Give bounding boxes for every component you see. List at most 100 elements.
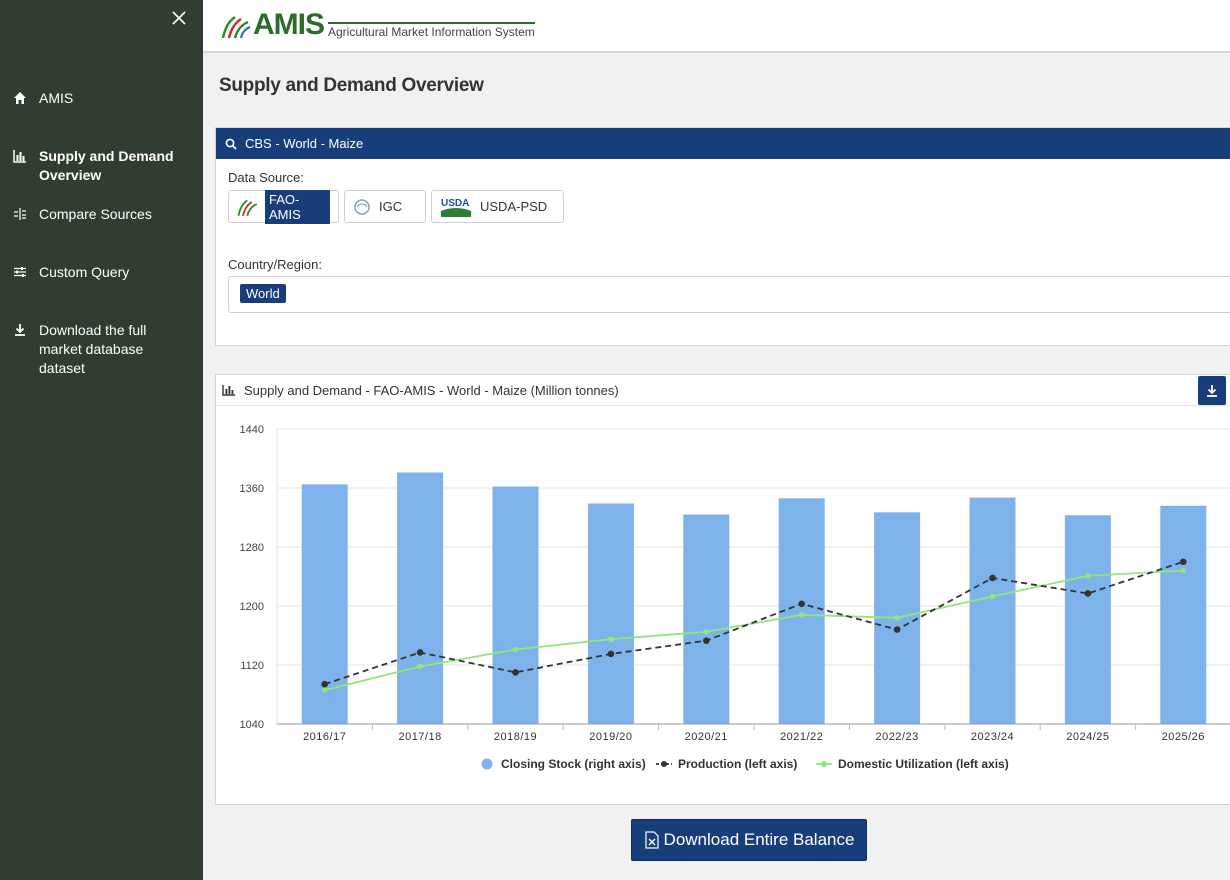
sidebar-item-label: AMIS <box>39 90 74 106</box>
legend-label: Production (left axis) <box>678 757 797 771</box>
point-production <box>1180 558 1187 566</box>
amis-logo[interactable]: AMIS Agricultural Market Information Sys… <box>221 8 535 41</box>
bar-chart-icon <box>222 385 235 396</box>
point-production <box>321 680 328 688</box>
igc-logo-icon <box>354 198 370 215</box>
data-source-label: Data Source: <box>228 170 304 185</box>
bar-closing-stock <box>492 486 539 724</box>
source-label: USDA-PSD <box>480 199 548 214</box>
country-chip[interactable]: World <box>240 284 286 303</box>
amis-logo-icon <box>221 15 251 39</box>
point-domestic-utilization <box>989 593 996 600</box>
sidebar-item-label: Custom Query <box>39 264 130 280</box>
point-production <box>416 649 424 656</box>
supply-demand-chart: 1040 1120 1200 1280 1360 1440 2016/17 2017/18 20… <box>240 424 1230 771</box>
legend-marker-closing-stock <box>481 758 493 770</box>
point-production <box>989 574 996 582</box>
point-domestic-utilization <box>417 663 423 670</box>
compare-icon <box>13 207 27 221</box>
download-icon <box>1207 384 1217 397</box>
source-label: IGC <box>379 199 403 214</box>
usda-logo-icon: USDA <box>441 198 471 217</box>
source-button-igc[interactable]: IGC <box>344 190 426 223</box>
excel-file-icon <box>644 831 659 849</box>
legend-marker-point <box>821 761 827 767</box>
point-domestic-utilization <box>321 687 328 693</box>
point-domestic-utilization <box>608 636 614 642</box>
logo-subtitle-wrap: Agricultural Market Information System <box>328 22 535 39</box>
x-tick-label: 2022/23 <box>875 731 918 743</box>
sidebar-item-label: Compare Sources <box>39 206 152 222</box>
y-tick-label: 1200 <box>240 601 264 613</box>
sidebar-item-compare-sources[interactable]: Compare Sources <box>0 205 203 224</box>
point-domestic-utilization <box>1180 567 1187 574</box>
legend-label: Closing Stock (right axis) <box>501 757 646 771</box>
logo-subtitle: Agricultural Market Information System <box>328 25 535 39</box>
y-tick-label: 1040 <box>240 719 264 731</box>
point-domestic-utilization <box>703 629 710 635</box>
fao-amis-logo-icon <box>237 199 258 216</box>
download-entire-balance-button[interactable]: Download Entire Balance <box>631 819 867 861</box>
y-tick-label: 1360 <box>240 483 264 495</box>
filter-panel: CBS - World - Maize Data Source: FAO-AMI… <box>215 127 1230 346</box>
point-production <box>607 650 615 658</box>
chart-panel-header: Supply and Demand - FAO-AMIS - World - M… <box>216 375 1230 406</box>
sliders-icon <box>13 265 27 279</box>
bar-closing-stock <box>683 514 730 724</box>
point-domestic-utilization <box>1085 572 1091 579</box>
x-tick-label: 2024/25 <box>1066 731 1109 743</box>
chart-panel: Supply and Demand - FAO-AMIS - World - M… <box>215 374 1230 805</box>
x-tick-label: 2025/26 <box>1162 731 1205 743</box>
point-production <box>798 600 805 608</box>
x-tick-label: 2019/20 <box>589 731 632 743</box>
sidebar: AMIS Supply and Demand Overview Compare … <box>0 0 203 880</box>
bar-closing-stock <box>1160 505 1207 724</box>
sidebar-item-label: Supply and Demand Overview <box>39 148 174 183</box>
sidebar-item-download-database[interactable]: Download the full market database datase… <box>0 321 203 378</box>
legend-marker-point <box>661 761 667 767</box>
chart-title: Supply and Demand - FAO-AMIS - World - M… <box>244 382 619 398</box>
close-icon[interactable] <box>170 9 188 27</box>
x-tick-label: 2017/18 <box>398 731 441 743</box>
point-production <box>512 669 519 676</box>
logo-text: AMIS <box>253 8 325 41</box>
bar-closing-stock <box>969 497 1016 724</box>
point-domestic-utilization <box>512 646 519 653</box>
sidebar-item-amis[interactable]: AMIS <box>0 89 203 108</box>
home-icon <box>13 91 27 105</box>
point-domestic-utilization <box>894 615 900 621</box>
bar-closing-stock <box>587 503 634 724</box>
bar-closing-stock <box>1064 515 1111 724</box>
point-production <box>893 626 901 633</box>
search-icon <box>225 138 237 150</box>
source-button-fao-amis[interactable]: FAO-AMIS <box>228 189 339 224</box>
bar-closing-stock <box>397 472 444 724</box>
bar-closing-stock <box>778 498 825 724</box>
source-button-usda-psd[interactable]: USDA USDA-PSD <box>431 190 564 223</box>
bar-chart-icon <box>13 149 27 163</box>
download-balance-label: Download Entire Balance <box>663 830 855 849</box>
x-tick-label: 2018/19 <box>494 731 537 743</box>
header: AMIS Agricultural Market Information Sys… <box>203 0 1230 53</box>
point-production <box>1084 590 1092 597</box>
country-region-select[interactable]: World <box>228 276 1230 313</box>
page-title: Supply and Demand Overview <box>219 75 484 96</box>
chart-download-button[interactable] <box>1198 376 1226 405</box>
y-tick-label: 1280 <box>240 542 264 554</box>
legend-label: Domestic Utilization (left axis) <box>838 757 1009 771</box>
filter-panel-title: CBS - World - Maize <box>245 136 364 151</box>
svg-text:USDA: USDA <box>441 198 469 209</box>
x-tick-label: 2020/21 <box>685 731 728 743</box>
sidebar-item-label: Download the full market database datase… <box>39 322 147 376</box>
sidebar-item-supply-demand[interactable]: Supply and Demand Overview <box>0 147 203 185</box>
download-icon <box>13 323 27 337</box>
y-tick-label: 1120 <box>240 660 264 672</box>
source-label: FAO-AMIS <box>265 189 330 224</box>
filter-panel-header: CBS - World - Maize <box>216 128 1230 159</box>
country-region-label: Country/Region: <box>228 257 322 272</box>
point-production <box>703 637 710 644</box>
x-tick-label: 2016/17 <box>303 731 346 743</box>
sidebar-item-custom-query[interactable]: Custom Query <box>0 263 203 282</box>
point-domestic-utilization <box>798 612 805 618</box>
line-production <box>324 560 1184 686</box>
